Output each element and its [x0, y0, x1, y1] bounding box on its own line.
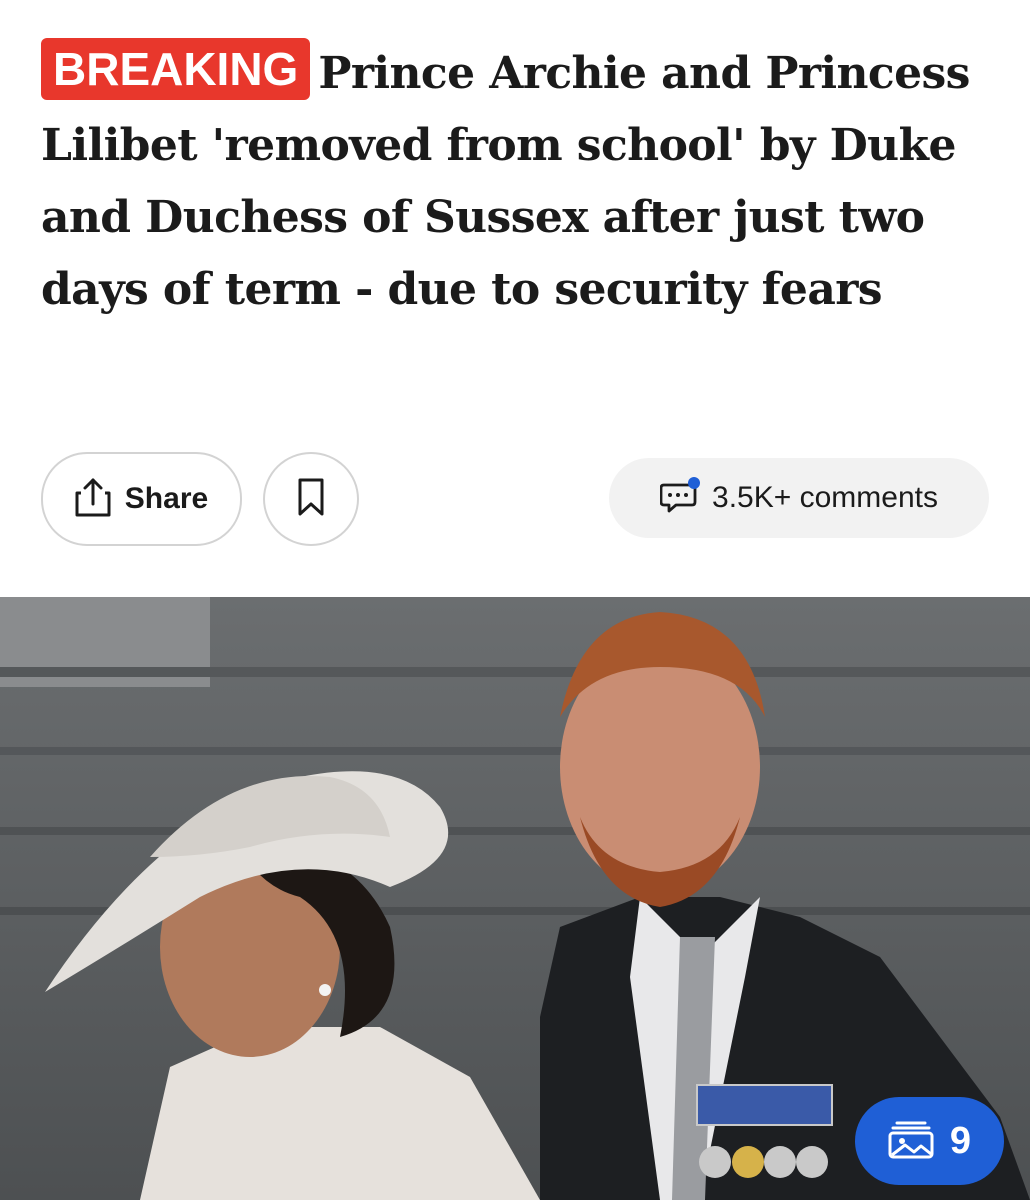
breaking-badge: BREAKING	[41, 38, 311, 100]
article-photo[interactable]: 9	[0, 597, 1030, 1200]
action-bar: Share 3.5K+ comments	[41, 452, 989, 546]
share-button[interactable]: Share	[41, 452, 242, 546]
bookmark-button[interactable]	[263, 452, 359, 546]
gallery-button[interactable]: 9	[855, 1097, 1004, 1185]
comments-count: 3.5K+ comments	[712, 481, 938, 514]
gallery-count: 9	[949, 1119, 972, 1162]
comment-icon	[659, 476, 701, 520]
comments-button[interactable]: 3.5K+ comments	[609, 458, 989, 538]
article: BREAKING Prince Archie and Princess Lilib…	[0, 0, 1030, 1200]
share-label: Share	[124, 482, 209, 515]
headline[interactable]: BREAKING Prince Archie and Princess Lilib…	[41, 38, 1001, 326]
gallery-icon	[888, 1119, 934, 1164]
share-icon	[75, 477, 111, 522]
bookmark-icon	[297, 477, 325, 522]
